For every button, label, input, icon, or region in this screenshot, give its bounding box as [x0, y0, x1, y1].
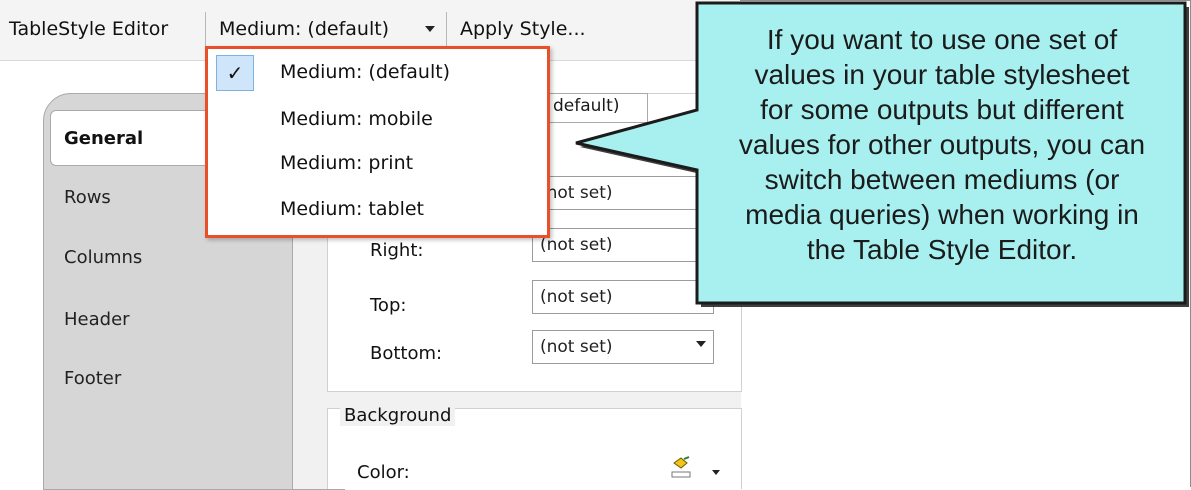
callout-line: If you want to use one set of — [766, 24, 1118, 55]
menu-item-mobile[interactable]: Medium: mobile — [208, 98, 547, 144]
bottom-field[interactable]: (not set) — [532, 330, 714, 364]
medium-dropdown[interactable]: Medium: (default) — [217, 18, 391, 40]
check-icon: ✓ — [216, 55, 254, 91]
color-label: Color: — [357, 462, 410, 483]
medium-dropdown-menu: ✓ Medium: (default) Medium: mobile Mediu… — [205, 46, 550, 238]
menu-item-label: Medium: (default) — [280, 61, 451, 83]
paint-bucket-icon[interactable] — [670, 455, 692, 479]
chevron-down-icon[interactable] — [696, 341, 706, 347]
menu-item-tablet[interactable]: Medium: tablet — [208, 188, 547, 234]
callout-line: media queries) when working in — [745, 199, 1139, 230]
chevron-down-icon[interactable] — [425, 26, 435, 32]
tab-rows[interactable]: Rows — [64, 187, 111, 208]
callout-line: the Table Style Editor. — [806, 234, 1078, 265]
callout-line: values for other outputs, you can — [738, 129, 1146, 160]
menu-item-default[interactable]: ✓ Medium: (default) — [208, 51, 547, 97]
tab-columns[interactable]: Columns — [64, 247, 142, 268]
top-label: Top: — [370, 295, 407, 316]
editor-title: TableStyle Editor — [9, 18, 169, 40]
chevron-down-icon[interactable] — [712, 470, 720, 475]
menu-item-print[interactable]: Medium: print — [208, 142, 547, 188]
background-legend: Background — [340, 405, 456, 426]
toolbar-separator — [205, 12, 206, 46]
right-label: Right: — [370, 240, 424, 261]
toolbar-separator — [446, 12, 447, 46]
tab-header[interactable]: Header — [64, 309, 130, 330]
callout-line: switch between mediums (or — [764, 164, 1120, 195]
callout-text: If you want to use one set of values in … — [703, 22, 1181, 267]
bottom-label: Bottom: — [370, 343, 443, 364]
callout-line: for some outputs but different — [760, 94, 1124, 125]
callout-line: values in your table stylesheet — [754, 59, 1130, 90]
tab-general-label: General — [64, 128, 144, 149]
menu-item-label: Medium: mobile — [280, 108, 433, 130]
tab-footer[interactable]: Footer — [64, 368, 121, 389]
menu-item-label: Medium: tablet — [280, 198, 424, 220]
menu-item-label: Medium: print — [280, 152, 414, 174]
